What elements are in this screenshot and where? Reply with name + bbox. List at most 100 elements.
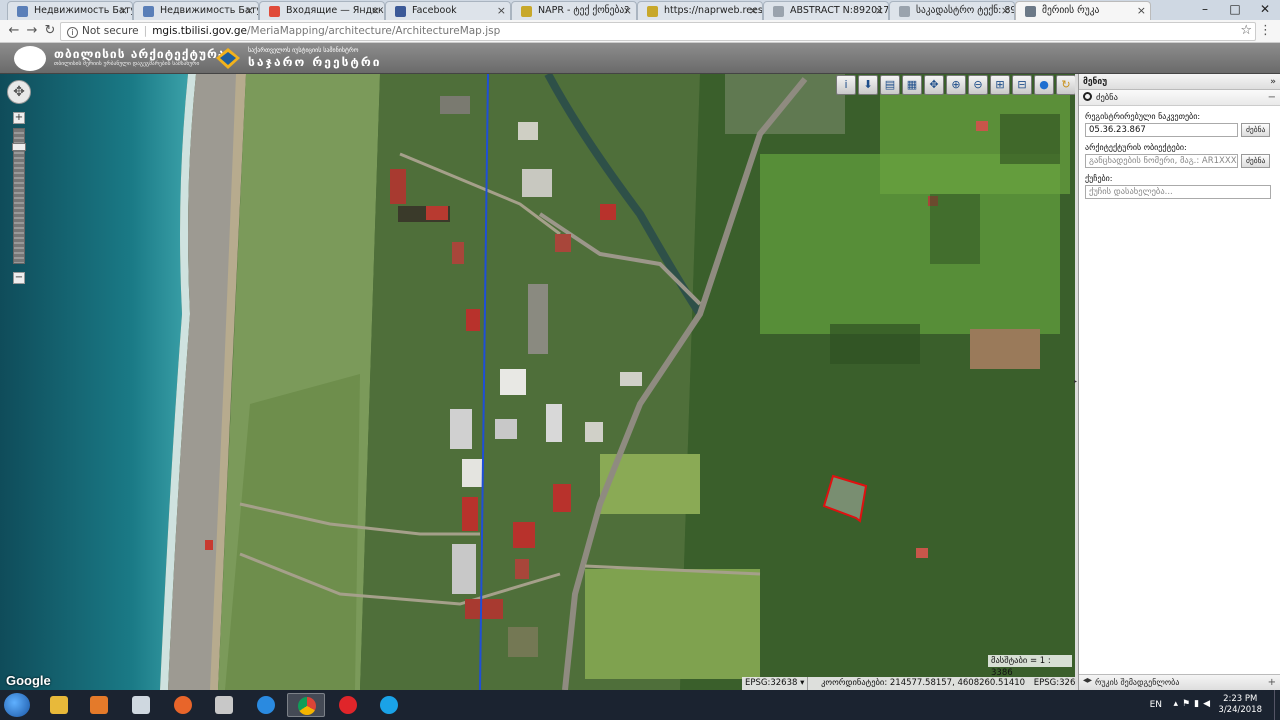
zoom-out-icon[interactable]: − [13,272,25,284]
url-path: /MeriaMapping/architecture/ArchitectureM… [247,25,501,37]
info-icon[interactable]: i [67,27,78,38]
zoom-slider[interactable] [12,128,26,264]
zoom-in-tool-icon[interactable]: ⊕ [946,75,966,95]
taskbar-firefox[interactable] [164,693,202,717]
taskbar-explorer[interactable] [40,693,78,717]
tab-close-icon[interactable]: × [1137,4,1146,17]
browser-tab[interactable]: NAPR - ტექ ქონება? × [511,1,637,20]
taskbar-media-player[interactable] [80,693,118,717]
taskbar-app[interactable] [205,693,243,717]
tbilisi-architecture-logo-icon[interactable] [14,46,46,71]
back-arrow-icon[interactable]: ← [6,23,22,39]
cadastral-row: ძებნა [1085,123,1280,137]
layers-footer[interactable]: რუკის შემადგენლობა + [1079,674,1280,690]
browser-tab-strip: Недвижимость Батуми × Недвижимость Батум… [0,0,1280,20]
tab-close-icon[interactable]: × [749,4,758,17]
start-button-icon[interactable] [4,693,30,717]
coordinate-bar: EPSG:32638 ▾ კოორდინატები: 214577.58157,… [742,677,1075,690]
minimize-section-icon[interactable]: − [1268,90,1276,106]
skype-icon [380,696,398,714]
coordinate-readout: კოორდინატები: 214577.58157, 4608260.5141… [821,678,1026,688]
tab-close-icon[interactable]: × [371,4,380,17]
taskbar-skype[interactable] [370,693,408,717]
public-registry-logo-icon[interactable] [215,47,241,70]
cadastral-search-button[interactable]: ძებნა [1241,123,1271,137]
google-logo: Google [6,673,51,688]
measure-tool-icon[interactable]: ▦ [902,75,922,95]
pan-tool-icon[interactable]: ✥ [924,75,944,95]
tab-favicon-icon [269,6,280,17]
taskbar-notepad[interactable] [122,693,160,717]
close-window-icon[interactable]: ✕ [1250,0,1280,20]
tab-favicon-icon [899,6,910,17]
cadastral-input[interactable] [1085,123,1238,137]
panel-title: მენიუ [1083,77,1108,87]
browser-tab[interactable]: Входящие — Яндекс.По × [259,1,385,20]
media-player-icon [90,696,108,714]
firefox-icon [174,696,192,714]
map-toolbar: i ⬇ ▤ ▦ ✥ ⊕ ⊖ ⊞ ⊟ ● ↻ [836,75,1075,97]
tab-close-icon[interactable]: × [875,4,884,17]
globe-tool-icon[interactable]: ● [1034,75,1054,95]
maximize-icon[interactable]: □ [1220,0,1250,20]
menu-panel: მენიუ » ძებნა − რეგისტრირებული ნაკვეთები… [1078,74,1280,690]
taskbar-opera[interactable] [329,693,367,717]
tab-close-icon[interactable]: × [245,4,254,17]
print-tool-icon[interactable]: ▤ [880,75,900,95]
tab-close-icon[interactable]: × [623,4,632,17]
search-section-header[interactable]: ძებნა − [1079,90,1280,106]
architecture-row: ძებნა [1085,154,1280,168]
notepad-icon [132,696,150,714]
chrome-icon [298,697,316,715]
architecture-search-button[interactable]: ძებნა [1241,154,1271,168]
browser-tab[interactable]: Недвижимость Батуми × [7,1,133,20]
pan-control-icon[interactable]: ✥ [7,80,31,104]
reload-icon[interactable]: ↻ [42,23,58,39]
tray-icons[interactable]: ▴⚑▮◀ [1174,699,1214,709]
zoom-box-out-tool-icon[interactable]: ⊟ [1012,75,1032,95]
clock[interactable]: 2:23 PM 3/24/2018 [1218,694,1262,716]
zoom-box-in-tool-icon[interactable]: ⊞ [990,75,1010,95]
expand-layers-icon[interactable]: + [1268,675,1276,691]
bookmark-star-icon[interactable]: ☆ [1240,23,1252,38]
collapse-panel-icon[interactable]: » [1270,74,1276,90]
browser-tab[interactable]: https://naprweb.reestri.g × [637,1,763,20]
tab-favicon-icon [143,6,154,17]
zoom-in-icon[interactable]: + [13,112,25,124]
taskbar-internet-explorer[interactable] [247,693,285,717]
zoom-slider-handle[interactable] [12,143,26,151]
taskbar-chrome[interactable] [287,693,325,717]
browser-tab-active[interactable]: მერიის რუკა × [1015,1,1151,20]
zoom-out-tool-icon[interactable]: ⊖ [968,75,988,95]
app-icon [215,696,233,714]
window-controls: – □ ✕ [1190,0,1280,20]
browser-menu-icon[interactable]: ⋮ [1259,23,1272,38]
tab-close-icon[interactable]: × [1001,4,1010,17]
streets-label: ქუჩები: [1085,174,1113,183]
forward-arrow-icon[interactable]: → [24,23,40,39]
download-tool-icon[interactable]: ⬇ [858,75,878,95]
tab-close-icon[interactable]: × [497,4,506,17]
refresh-tool-icon[interactable]: ↻ [1056,75,1075,95]
tab-title: NAPR - ტექ ქონება? [538,5,630,16]
url-field[interactable]: i Not secure | mgis.tbilisi.gov.ge/MeriaMap… [60,22,1256,41]
browser-tab[interactable]: Недвижимость Батуми × [133,1,259,20]
projection-select[interactable]: EPSG:32638 ▾ [742,677,809,690]
tab-close-icon[interactable]: × [119,4,128,17]
tab-favicon-icon [521,6,532,17]
streets-row [1085,185,1280,199]
tab-title: Facebook [412,5,457,16]
zoom-control: ✥ + − [7,80,33,284]
minimize-icon[interactable]: – [1190,0,1220,20]
projection-value: EPSG:32638 [745,678,798,688]
show-desktop-button[interactable] [1274,690,1280,720]
tab-favicon-icon [17,6,28,17]
browser-tab[interactable]: Facebook × [385,1,511,20]
map-viewport[interactable]: ✥ + − i ⬇ ▤ ▦ ✥ ⊕ ⊖ ⊞ ⊟ ● ↻ Google მასშტ… [0,74,1075,690]
info-tool-icon[interactable]: i [836,75,856,95]
street-input[interactable] [1085,185,1271,199]
browser-tab[interactable]: ABSTRACT N:892017309 × [763,1,889,20]
browser-tab[interactable]: საკადასტრო ტექნ: 8920 × [889,1,1015,20]
architecture-input[interactable] [1085,154,1238,168]
language-indicator[interactable]: EN [1150,700,1162,710]
